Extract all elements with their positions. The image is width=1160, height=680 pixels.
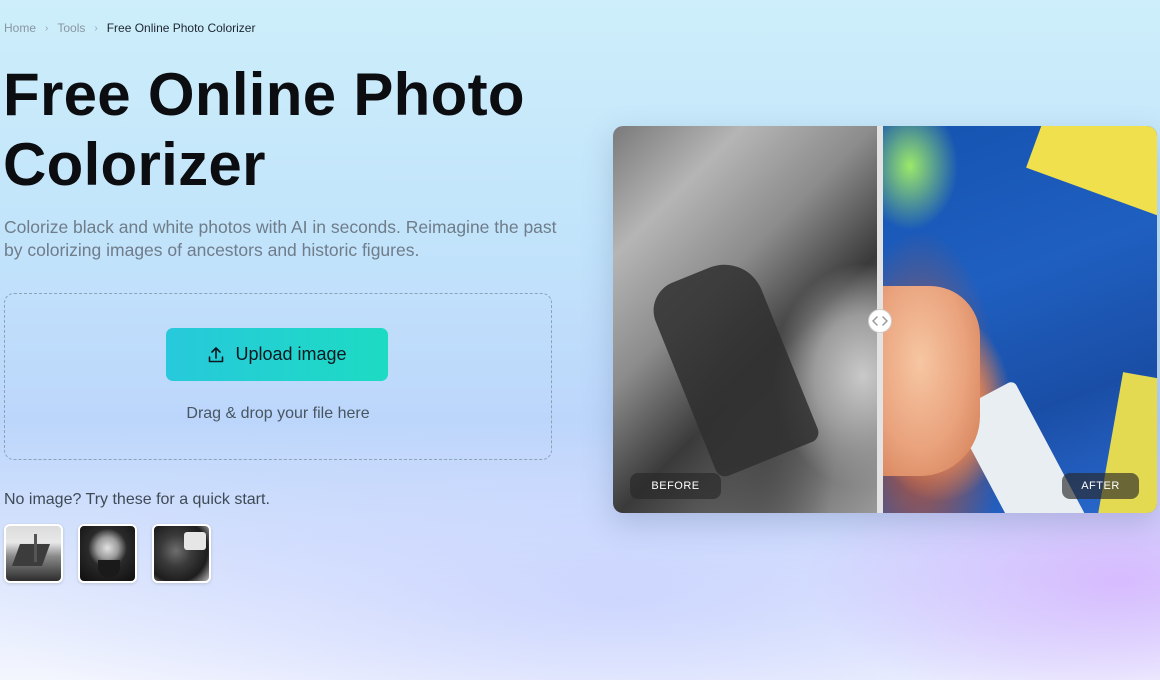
chevron-right-icon: › bbox=[94, 22, 98, 34]
upload-dropzone[interactable]: Upload image Drag & drop your file here bbox=[4, 293, 552, 460]
sample-image-3[interactable] bbox=[152, 524, 211, 583]
page-title: Free Online Photo Colorizer bbox=[3, 61, 525, 198]
upload-image-button[interactable]: Upload image bbox=[166, 328, 388, 381]
sample-images-label: No image? Try these for a quick start. bbox=[4, 491, 270, 508]
comparison-slider-handle[interactable] bbox=[868, 309, 892, 333]
drag-arrows-icon bbox=[872, 316, 888, 326]
breadcrumb: Home › Tools › Free Online Photo Coloriz… bbox=[4, 21, 255, 35]
before-after-comparison: BEFORE AFTER bbox=[613, 126, 1157, 513]
after-image bbox=[880, 126, 1157, 513]
sample-image-2[interactable] bbox=[78, 524, 137, 583]
upload-icon bbox=[209, 346, 224, 362]
chevron-right-icon: › bbox=[45, 22, 49, 34]
before-label: BEFORE bbox=[630, 473, 721, 499]
breadcrumb-home-link[interactable]: Home bbox=[4, 21, 36, 35]
before-image bbox=[613, 126, 880, 513]
sample-images-list bbox=[4, 524, 211, 583]
breadcrumb-current: Free Online Photo Colorizer bbox=[106, 21, 256, 35]
sample-image-1[interactable] bbox=[4, 524, 63, 583]
drag-drop-hint: Drag & drop your file here bbox=[186, 405, 370, 422]
upload-button-label: Upload image bbox=[235, 344, 347, 364]
after-label: AFTER bbox=[1062, 473, 1139, 499]
breadcrumb-tools-link[interactable]: Tools bbox=[57, 21, 85, 35]
page-subtitle: Colorize black and white photos with AI … bbox=[4, 217, 557, 260]
